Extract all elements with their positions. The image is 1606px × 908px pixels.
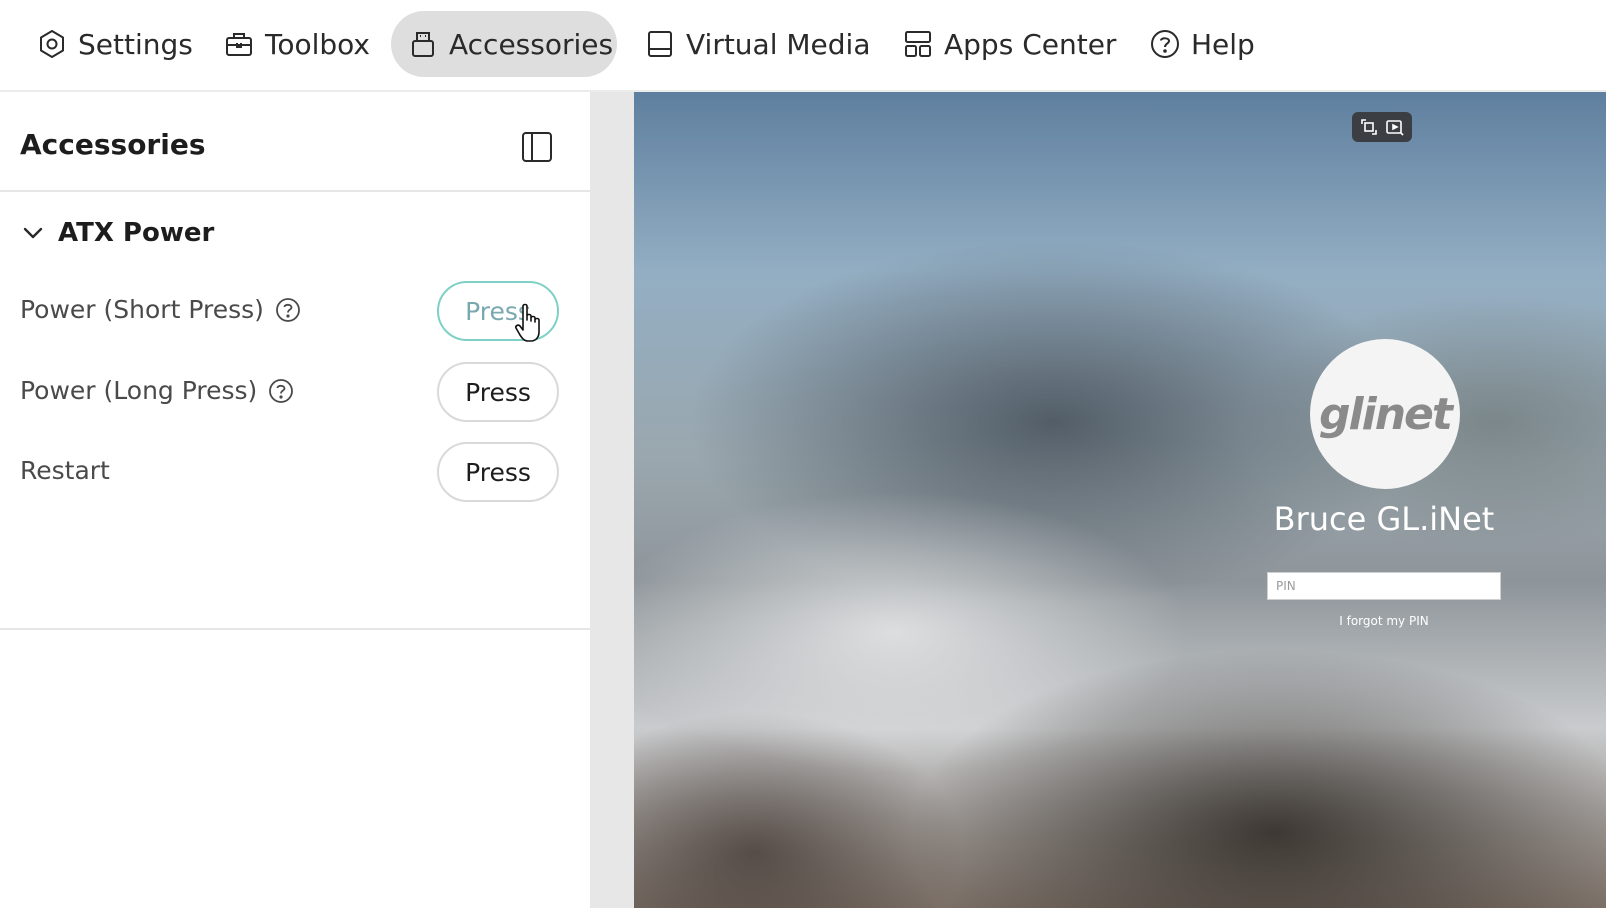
row-label: Restart [20, 456, 110, 485]
power-short-press-button[interactable]: Press [437, 281, 559, 341]
screen-toolbar [1352, 112, 1412, 142]
row-label: Power (Short Press) [20, 295, 264, 324]
pin-input[interactable] [1267, 572, 1501, 600]
forgot-pin-link[interactable]: I forgot my PIN [1234, 614, 1534, 628]
settings-icon [40, 30, 64, 58]
virtual-media-icon [648, 31, 672, 57]
nav-item-label: Apps Center [944, 27, 1117, 61]
question-circle-icon[interactable] [274, 296, 302, 324]
accessories-panel: Accessories ATX Power Power (Short Press… [0, 92, 590, 908]
panel-separator [590, 92, 634, 908]
panel-divider [0, 628, 590, 630]
panel-header: Accessories [0, 92, 590, 192]
user-name: Bruce GL.iNet [1273, 500, 1495, 538]
panel-title: Accessories [20, 128, 206, 161]
power-short-press-row: Power (Short Press) Press [0, 281, 590, 341]
nav-item-help[interactable]: Help [1133, 11, 1271, 77]
restart-press-button[interactable]: Press [437, 442, 559, 502]
row-label-wrap: Restart [20, 456, 110, 485]
remote-screen[interactable]: glinet Bruce GL.iNet I forgot my PIN [634, 92, 1606, 908]
restart-row: Restart Press [0, 442, 590, 502]
top-nav: Settings Toolbox Accessories Virtual Med… [0, 0, 1606, 92]
screen-capture-icon[interactable] [1385, 117, 1405, 137]
section-title: ATX Power [58, 218, 215, 248]
accessories-icon [412, 32, 434, 57]
nav-item-label: Toolbox [265, 27, 370, 61]
nav-item-apps-center[interactable]: Apps Center [886, 11, 1132, 77]
row-label: Power (Long Press) [20, 376, 258, 405]
nav-item-label: Settings [78, 27, 193, 61]
row-label-wrap: Power (Short Press) [20, 295, 302, 324]
nav-item-settings[interactable]: Settings [20, 11, 209, 77]
power-long-press-row: Power (Long Press) Press [0, 362, 590, 422]
chevron-down-icon [23, 227, 43, 239]
atx-power-section-toggle[interactable]: ATX Power [20, 218, 214, 248]
row-label-wrap: Power (Long Press) [20, 376, 295, 405]
nav-item-label: Virtual Media [686, 27, 871, 61]
power-long-press-button[interactable]: Press [437, 362, 559, 422]
glinet-logo: glinet [1319, 388, 1453, 440]
nav-item-label: Accessories [449, 27, 614, 61]
nav-item-toolbox[interactable]: Toolbox [207, 11, 386, 77]
question-circle-icon[interactable] [267, 377, 295, 405]
toolbox-icon [226, 33, 252, 56]
nav-item-accessories[interactable]: Accessories [391, 11, 617, 77]
user-avatar: glinet [1310, 339, 1460, 489]
exit-fullscreen-icon[interactable] [1359, 117, 1379, 137]
panel-toggle-icon[interactable] [520, 130, 554, 164]
apps-center-icon [905, 31, 931, 57]
nav-item-label: Help [1191, 27, 1255, 61]
nav-item-virtual-media[interactable]: Virtual Media [628, 11, 887, 77]
help-icon [1151, 30, 1179, 58]
